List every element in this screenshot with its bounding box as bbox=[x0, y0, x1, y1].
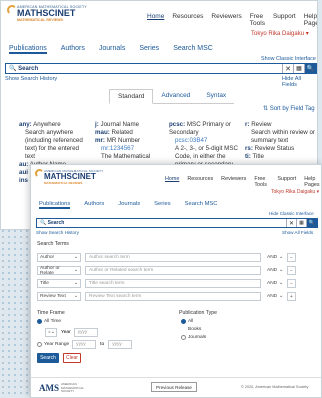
year-range-from-input[interactable]: yyyy bbox=[72, 340, 97, 349]
nav-resources[interactable]: Resources bbox=[172, 13, 203, 27]
institution-name-front[interactable]: Tokyo Rika Daigaku ▾ bbox=[271, 189, 319, 195]
add-row-icon[interactable]: + bbox=[287, 292, 296, 301]
remove-row-icon[interactable]: − bbox=[287, 266, 296, 275]
field-list-col2: j: Journal Name mau: Related mr: MR Numb… bbox=[95, 121, 151, 160]
institution-name[interactable]: Tokyo Rika Daigaku ▾ bbox=[251, 30, 309, 37]
subtab-syntax[interactable]: Syntax bbox=[198, 89, 234, 103]
search-term-row: Author ⌄ Author search term AND ⌄ − bbox=[37, 253, 296, 262]
top-navigation-front: Home Resources Reviewers Free Tools Supp… bbox=[157, 176, 321, 188]
footer-divider bbox=[31, 377, 321, 378]
pub-type-journals-radio[interactable]: Journals bbox=[181, 335, 206, 340]
pub-type-all-radio[interactable]: All bbox=[181, 319, 193, 324]
copyright-text: © 2020, American Mathematical Society bbox=[241, 385, 309, 389]
sort-by-field-tag-link[interactable]: ⇅ Sort by Field Tag bbox=[263, 105, 315, 112]
search-button-icon[interactable]: 🔍 bbox=[306, 219, 317, 227]
year-input[interactable]: yyyy bbox=[73, 328, 98, 337]
search-button-icon[interactable]: 🔍 bbox=[304, 64, 316, 73]
field-select[interactable]: Title ⌄ bbox=[37, 279, 81, 288]
time-all-radio[interactable]: All Time bbox=[37, 319, 61, 324]
nav-reviewers[interactable]: Reviewers bbox=[221, 176, 246, 188]
nav-help-pages[interactable]: Help Pages bbox=[304, 176, 321, 188]
tab-search-msc[interactable]: Search MSC bbox=[173, 45, 213, 54]
show-classic-interface-link[interactable]: Show Classic Interface bbox=[261, 56, 316, 62]
clear-icon[interactable]: ✕ bbox=[282, 64, 293, 73]
pub-type-books-radio[interactable]: Books bbox=[181, 327, 201, 332]
main-tabs-front: Publications Authors Journals Series Sea… bbox=[39, 201, 231, 209]
search-term-input[interactable]: Author search term bbox=[85, 253, 261, 262]
search-bar: 🔍 Search ✕ ▦ 🔍 bbox=[5, 63, 317, 74]
search-term-row: Title ⌄ Title search term AND ⌄ − bbox=[37, 279, 296, 288]
ams-footer-logo: AMS AMERICAN MATHEMATICAL SOCIETY bbox=[39, 382, 84, 394]
field-list-col4: r: Review Search within review or summar… bbox=[245, 121, 315, 160]
nav-support[interactable]: Support bbox=[273, 13, 296, 27]
show-all-fields-link[interactable]: Show All Fields bbox=[282, 230, 313, 235]
search-term-row: Author or Relate ⌄ Author or Related sear… bbox=[37, 266, 296, 276]
operator-select[interactable]: AND ⌄ bbox=[265, 266, 285, 275]
field-select[interactable]: Review Text ⌄ bbox=[37, 292, 81, 301]
tab-publications[interactable]: Publications bbox=[9, 45, 47, 54]
hide-all-fields-link[interactable]: Hide All Fields bbox=[282, 76, 317, 88]
tab-search-msc[interactable]: Search MSC bbox=[185, 201, 218, 209]
year-label: Year bbox=[61, 330, 71, 335]
clear-button[interactable]: Clear bbox=[63, 353, 81, 363]
keyboard-icon[interactable]: ▦ bbox=[293, 64, 304, 73]
search-term-input[interactable]: Author or Related search term bbox=[85, 266, 261, 275]
search-input[interactable]: 🔍 Search bbox=[6, 64, 282, 73]
remove-row-icon[interactable]: − bbox=[287, 253, 296, 262]
remove-row-icon[interactable]: − bbox=[287, 279, 296, 288]
nav-resources[interactable]: Resources bbox=[187, 176, 213, 188]
main-tabs: Publications Authors Journals Series Sea… bbox=[9, 45, 227, 54]
tab-journals[interactable]: Journals bbox=[118, 201, 140, 209]
tab-authors[interactable]: Authors bbox=[61, 45, 85, 54]
clear-icon[interactable]: ✕ bbox=[286, 219, 296, 227]
nav-help-pages[interactable]: Help Pages bbox=[304, 13, 317, 27]
search-term-row: Review Text ⌄ Review Text search term AND… bbox=[37, 292, 296, 301]
nav-home[interactable]: Home bbox=[147, 13, 164, 27]
mathscinet-logo: AMERICAN MATHEMATICAL SOCIETY MATHSCINET… bbox=[7, 5, 87, 22]
subtab-standard[interactable]: Standard bbox=[109, 89, 154, 104]
search-term-input[interactable]: Title search term bbox=[85, 279, 261, 288]
nav-reviewers[interactable]: Reviewers bbox=[211, 13, 241, 27]
field-select[interactable]: Author or Relate ⌄ bbox=[37, 266, 81, 276]
search-mode-tabs: Standard Advanced Syntax bbox=[109, 89, 235, 104]
logo-swoosh-icon bbox=[7, 5, 17, 15]
to-label: to bbox=[100, 342, 105, 347]
search-button[interactable]: Search bbox=[37, 353, 59, 363]
tab-publications[interactable]: Publications bbox=[39, 201, 71, 209]
show-search-history-link[interactable]: Show Search History bbox=[5, 76, 57, 82]
year-range-radio[interactable]: Year Range bbox=[37, 342, 69, 347]
tab-series[interactable]: Series bbox=[154, 201, 170, 209]
search-term-input[interactable]: Review Text search term bbox=[85, 292, 261, 301]
field-list-col3: pcsc: MSC Primary or Secondary pcsc:03B4… bbox=[169, 121, 238, 168]
top-navigation: Home Resources Reviewers Free Tools Supp… bbox=[139, 13, 317, 27]
operator-select[interactable]: AND ⌄ bbox=[265, 279, 285, 288]
year-range-to-input[interactable]: yyyy bbox=[108, 340, 133, 349]
subtab-advanced[interactable]: Advanced bbox=[153, 89, 198, 103]
keyboard-icon[interactable]: ▦ bbox=[296, 219, 306, 227]
year-row: = ⌄ Year yyyy bbox=[45, 328, 98, 337]
show-search-history-link[interactable]: Show Search History bbox=[36, 230, 79, 235]
hide-classic-interface-link[interactable]: Hide Classic Interface bbox=[269, 211, 314, 216]
nav-free-tools[interactable]: Free Tools bbox=[254, 176, 269, 188]
year-operator-select[interactable]: = ⌄ bbox=[45, 328, 57, 337]
front-screenshot-new-interface: AMERICAN MATHEMATICAL SOCIETY MATHSCINET… bbox=[30, 164, 322, 398]
mathscinet-logo-front: AMERICAN MATHEMATICAL SOCIETY MATHSCINET… bbox=[35, 169, 103, 185]
logo-swoosh-icon bbox=[35, 169, 44, 178]
previous-release-button[interactable]: Previous Release bbox=[151, 382, 197, 392]
operator-select[interactable]: AND ⌄ bbox=[265, 253, 285, 262]
nav-home[interactable]: Home bbox=[165, 176, 179, 188]
time-frame-label: Time Frame bbox=[37, 310, 65, 316]
search-terms-label: Search Terms bbox=[37, 241, 69, 247]
nav-support[interactable]: Support bbox=[277, 176, 296, 188]
year-range-row: Year Range yyyy to yyyy bbox=[37, 340, 133, 349]
search-bar-front: 🔍 Search ✕ ▦ 🔍 bbox=[36, 218, 318, 228]
tab-series[interactable]: Series bbox=[139, 45, 159, 54]
operator-select[interactable]: AND ⌄ bbox=[265, 292, 285, 301]
search-input[interactable]: 🔍 Search bbox=[37, 219, 286, 227]
nav-free-tools[interactable]: Free Tools bbox=[250, 13, 265, 27]
tab-authors[interactable]: Authors bbox=[84, 201, 104, 209]
field-select[interactable]: Author ⌄ bbox=[37, 253, 81, 262]
publication-type-label: Publication Type bbox=[179, 310, 217, 316]
tab-journals[interactable]: Journals bbox=[99, 45, 125, 54]
